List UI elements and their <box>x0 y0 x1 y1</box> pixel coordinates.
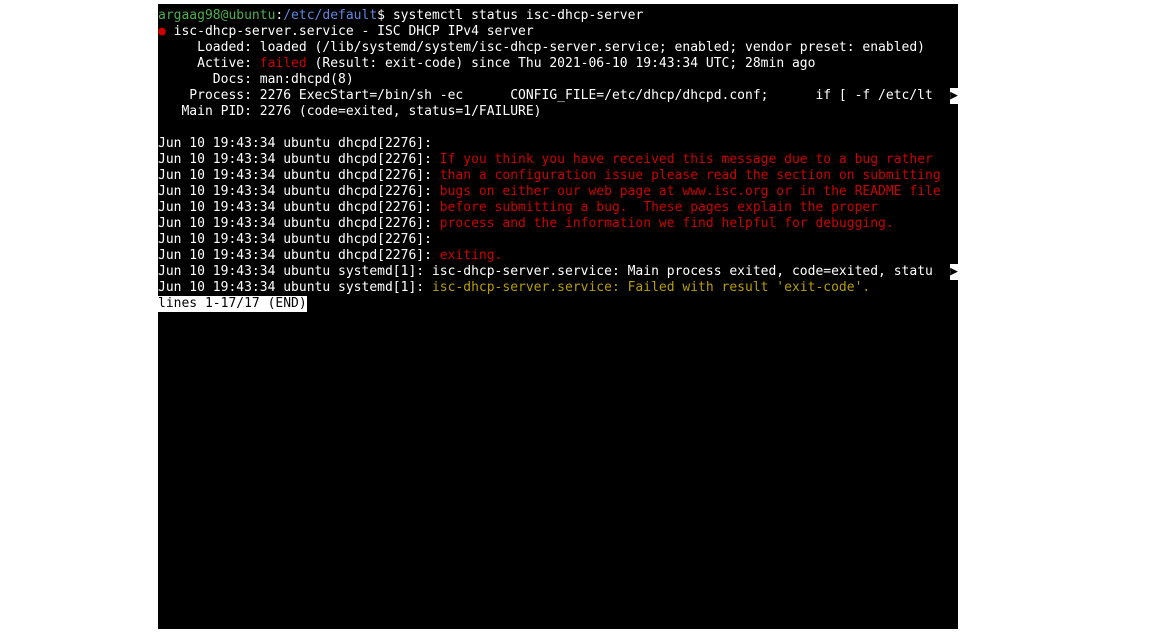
prompt-path: /etc/default <box>283 8 377 23</box>
active-failed-status: failed <box>260 56 307 71</box>
log-line-3: Jun 10 19:43:34 ubuntu dhcpd[2276]: than… <box>158 168 958 184</box>
log-line-8: Jun 10 19:43:34 ubuntu dhcpd[2276]: exit… <box>158 248 958 264</box>
log-line-1: Jun 10 19:43:34 ubuntu dhcpd[2276]: <box>158 136 958 152</box>
pager-status-line: lines 1-17/17 (END) <box>158 296 958 312</box>
log-line-4: Jun 10 19:43:34 ubuntu dhcpd[2276]: bugs… <box>158 184 958 200</box>
prompt-line: argaag98@ubuntu:/etc/default$ systemctl … <box>158 8 958 24</box>
prompt-user-host: argaag98@ubuntu <box>158 8 275 23</box>
active-line: Active: failed (Result: exit-code) since… <box>158 56 958 72</box>
overflow-indicator-icon: ▶ <box>950 88 958 104</box>
log-line-5: Jun 10 19:43:34 ubuntu dhcpd[2276]: befo… <box>158 200 958 216</box>
service-name: isc-dhcp-server.service - ISC DHCP IPv4 … <box>166 24 534 39</box>
log-line-7: Jun 10 19:43:34 ubuntu dhcpd[2276]: <box>158 232 958 248</box>
mainpid-line: Main PID: 2276 (code=exited, status=1/FA… <box>158 104 958 120</box>
log-line-2: Jun 10 19:43:34 ubuntu dhcpd[2276]: If y… <box>158 152 958 168</box>
active-prefix: Active: <box>158 56 260 71</box>
pager-status: lines 1-17/17 (END) <box>158 296 307 312</box>
systemd-line-1: Jun 10 19:43:34 ubuntu systemd[1]: isc-d… <box>158 264 958 280</box>
process-line: Process: 2276 ExecStart=/bin/sh -ec CONF… <box>158 88 958 104</box>
loaded-line: Loaded: loaded (/lib/systemd/system/isc-… <box>158 40 958 56</box>
overflow-indicator-icon: ▶ <box>950 264 958 280</box>
blank-line <box>158 120 958 136</box>
prompt-dollar: $ <box>377 8 393 23</box>
active-suffix: (Result: exit-code) since Thu 2021-06-10… <box>307 56 816 71</box>
terminal-window[interactable]: argaag98@ubuntu:/etc/default$ systemctl … <box>158 4 958 629</box>
log-line-6: Jun 10 19:43:34 ubuntu dhcpd[2276]: proc… <box>158 216 958 232</box>
systemd-line-2: Jun 10 19:43:34 ubuntu systemd[1]: isc-d… <box>158 280 958 296</box>
command-text: systemctl status isc-dhcp-server <box>393 8 643 23</box>
docs-line: Docs: man:dhcpd(8) <box>158 72 958 88</box>
service-header-line: ● isc-dhcp-server.service - ISC DHCP IPv… <box>158 24 958 40</box>
status-bullet-icon: ● <box>158 24 166 39</box>
